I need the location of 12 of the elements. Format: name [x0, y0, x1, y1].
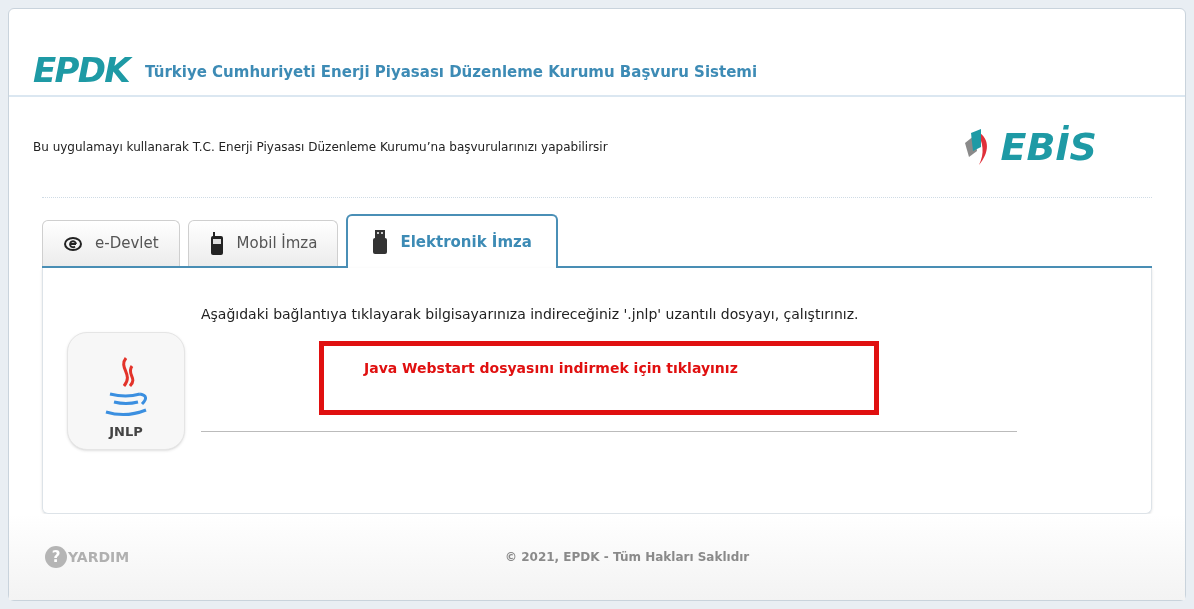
copyright-text: © 2021, EPDK - Tüm Hakları Saklıdır — [505, 549, 750, 566]
e-devlet-icon — [63, 236, 83, 251]
intro-text: Bu uygulamayı kullanarak T.C. Enerji Piyasası Düzenleme Kurumu’na başvurularınızı yapabilirsir — [33, 139, 608, 156]
site-title: Türkiye Cumhuriyeti Enerji Piyasası Düzenleme Kurumu Başvuru Sistemi — [144, 61, 758, 83]
file-type-label: JNLP — [109, 422, 143, 441]
usb-stick-icon — [372, 230, 389, 254]
tab[interactable]: Mobil İmza — [187, 220, 339, 266]
mobile-phone-icon — [208, 231, 225, 256]
instruction-text: Aşağıdaki bağlantıya tıklayarak bilgisayarınıza indireceğiniz '.jnlp' uzantılı dosyayı, çalıştırınız. — [201, 305, 860, 324]
tab[interactable]: e-Devlet — [42, 220, 180, 266]
tab[interactable]: Elektronik İmza — [346, 214, 558, 268]
download-link[interactable]: Java Webstart dosyasını indirmek için tıklayınız — [319, 341, 879, 415]
